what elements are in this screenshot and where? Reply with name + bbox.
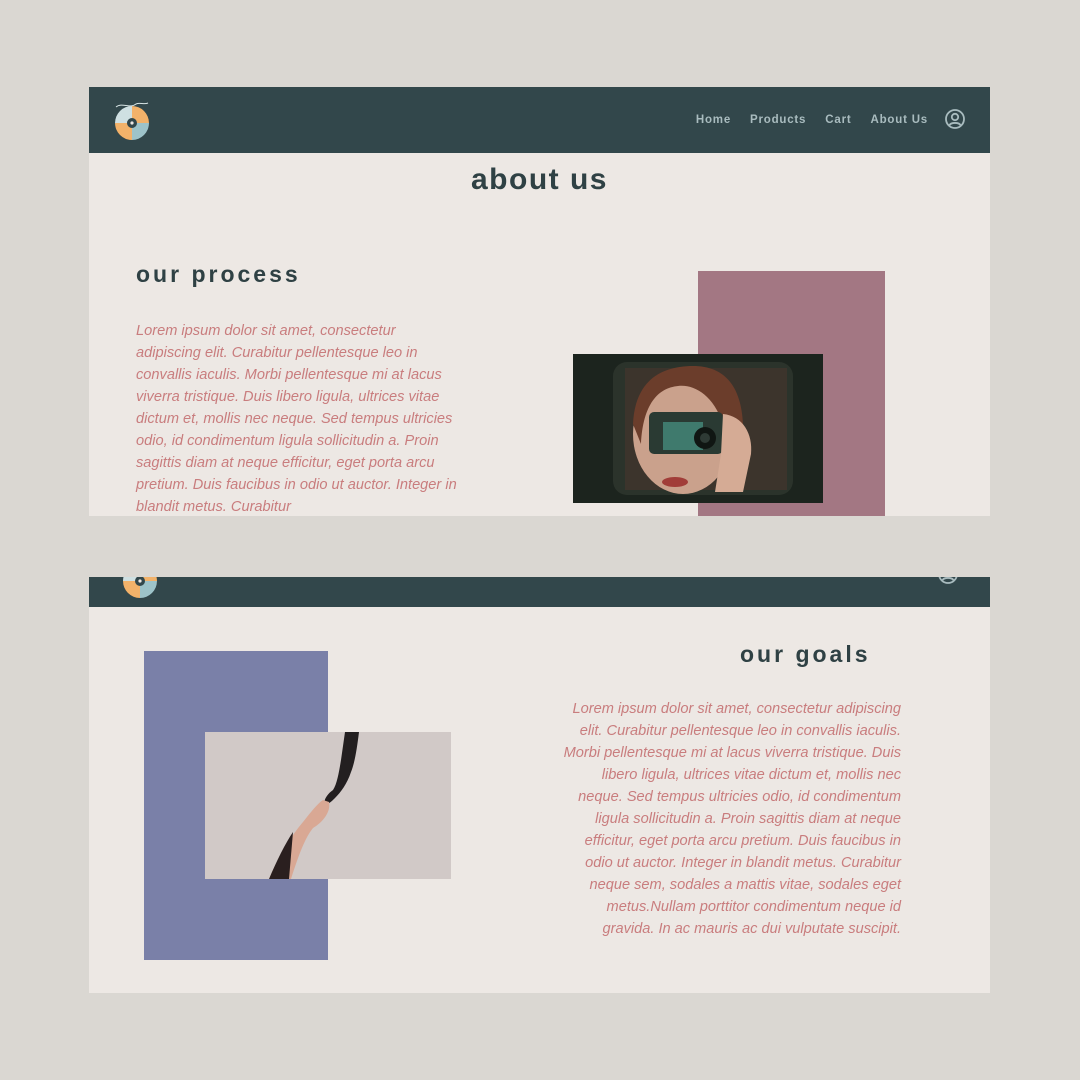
hands-reaching-photo [205,732,451,879]
goals-heading: our goals [740,641,871,667]
goals-text: Lorem ipsum dolor sit amet, consectetur … [563,701,901,937]
camera-selfie-photo [573,354,823,503]
user-circle-icon[interactable] [944,108,966,130]
navbar: Home Products Cart About Us [89,87,990,153]
process-text: Lorem ipsum dolor sit amet, consectetur … [136,323,457,515]
process-heading: our process [136,261,301,287]
page-title: about us [471,163,608,196]
about-us-panel-bottom: our goals Lorem ipsum dolor sit amet, co… [89,577,990,993]
nav-menu: Home Products Cart About Us [696,87,928,153]
vinyl-record-logo-icon[interactable] [112,101,152,141]
nav-link-products[interactable]: Products [750,114,806,126]
nav-link-about-us[interactable]: About Us [870,114,928,126]
navbar-scrolled [89,577,990,607]
user-circle-icon[interactable] [937,577,959,585]
about-us-panel-top: Home Products Cart About Us about us our… [89,87,990,516]
nav-link-home[interactable]: Home [696,114,731,126]
nav-link-cart[interactable]: Cart [825,114,851,126]
vinyl-record-logo-icon[interactable] [120,577,160,599]
